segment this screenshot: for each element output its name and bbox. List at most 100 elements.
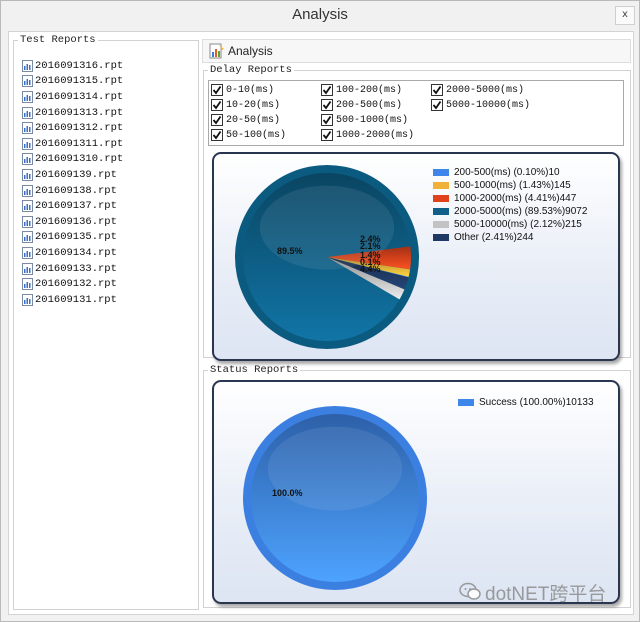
- legend-item: Other (2.41%)244: [433, 231, 587, 244]
- report-file-name: 201609137.rpt: [35, 200, 117, 213]
- legend-swatch: [433, 234, 449, 241]
- report-file-item[interactable]: 2016091316.rpt: [22, 58, 123, 74]
- checkbox-label: 10-20(ms): [226, 99, 281, 111]
- delay-filter-checkbox[interactable]: 10-20(ms): [211, 99, 280, 111]
- status-chart-legend: Success (100.00%)10133: [458, 396, 594, 409]
- analysis-window: Analysis x Test Reports 2016091316.rpt 20…: [0, 0, 640, 622]
- legend-label: Success (100.00%)10133: [479, 397, 594, 408]
- delay-reports-legend: Delay Reports: [210, 64, 292, 76]
- delay-filter-checkbox[interactable]: 5000-10000(ms): [431, 99, 530, 111]
- report-file-icon: [22, 122, 33, 135]
- checkbox-label: 50-100(ms): [226, 129, 287, 141]
- analysis-button-label: Analysis: [228, 44, 273, 58]
- report-file-item[interactable]: 201609138.rpt: [22, 183, 123, 199]
- report-file-item[interactable]: 201609136.rpt: [22, 214, 123, 230]
- report-file-icon: [22, 75, 33, 88]
- report-file-icon: [22, 246, 33, 259]
- report-file-item[interactable]: 2016091315.rpt: [22, 74, 123, 90]
- delay-filter-checkbox[interactable]: 100-200(ms): [321, 84, 402, 96]
- checkbox-checked-icon: [321, 99, 333, 111]
- client-area: Test Reports 2016091316.rpt 2016091315.rp…: [8, 31, 634, 615]
- checkbox-label: 0-10(ms): [226, 84, 275, 96]
- report-file-icon: [22, 278, 33, 291]
- report-file-item[interactable]: 201609134.rpt: [22, 245, 123, 261]
- legend-item: 5000-10000(ms) (2.12%)215: [433, 218, 587, 231]
- report-file-name: 201609135.rpt: [35, 231, 117, 244]
- legend-swatch: [458, 399, 474, 406]
- wechat-logo-icon: [459, 582, 481, 600]
- legend-label: 500-1000(ms) (1.43%)145: [454, 180, 571, 191]
- delay-filter-checkbox[interactable]: 2000-5000(ms): [431, 84, 524, 96]
- checkbox-checked-icon: [431, 99, 443, 111]
- delay-filter-checkbox[interactable]: 200-500(ms): [321, 99, 402, 111]
- report-file-name: 201609136.rpt: [35, 215, 117, 228]
- report-file-name: 201609133.rpt: [35, 262, 117, 275]
- report-file-item[interactable]: 201609133.rpt: [22, 261, 123, 277]
- report-file-name: 2016091310.rpt: [35, 153, 124, 166]
- close-button[interactable]: x: [615, 6, 635, 25]
- legend-item: 200-500(ms) (0.10%)10: [433, 166, 587, 179]
- delay-reports-group: Delay Reports 0-10(ms) 10-20(ms) 20-50(ms)…: [203, 64, 631, 361]
- delay-chart-panel: 200-500(ms) (0.10%)10 500-1000(ms) (1.43%…: [212, 152, 620, 361]
- report-file-item[interactable]: 201609131.rpt: [22, 292, 123, 308]
- checkbox-label: 200-500(ms): [336, 99, 403, 111]
- status-reports-group: Status Reports Success (100.00%)10133 10…: [203, 364, 631, 608]
- report-file-icon: [22, 106, 33, 119]
- delay-filter-checkbox[interactable]: 20-50(ms): [211, 114, 280, 126]
- delay-filter-checkbox[interactable]: 0-10(ms): [211, 84, 274, 96]
- report-file-icon: [22, 215, 33, 228]
- checkbox-checked-icon: [211, 114, 223, 126]
- checkbox-checked-icon: [431, 84, 443, 96]
- pie-data-label: 89.5%: [277, 246, 303, 256]
- report-file-item[interactable]: 2016091313.rpt: [22, 105, 123, 121]
- report-file-name: 201609131.rpt: [35, 293, 117, 306]
- report-file-name: 201609138.rpt: [35, 184, 117, 197]
- title-bar[interactable]: Analysis x: [1, 1, 639, 31]
- delay-filter-checkbox[interactable]: 500-1000(ms): [321, 114, 408, 126]
- pie-data-label: 1.4%: [360, 250, 381, 260]
- checkbox-checked-icon: [211, 99, 223, 111]
- report-file-icon: [22, 153, 33, 166]
- report-file-item[interactable]: 201609132.rpt: [22, 276, 123, 292]
- checkbox-checked-icon: [321, 84, 333, 96]
- checkbox-label: 20-50(ms): [226, 114, 281, 126]
- report-file-item[interactable]: 201609139.rpt: [22, 167, 123, 183]
- report-file-icon: [22, 262, 33, 275]
- report-file-name: 2016091315.rpt: [35, 75, 124, 88]
- delay-chart-legend: 200-500(ms) (0.10%)10 500-1000(ms) (1.43%…: [433, 166, 587, 244]
- report-file-item[interactable]: 201609135.rpt: [22, 230, 123, 246]
- analysis-button[interactable]: Analysis: [209, 43, 273, 59]
- report-file-name: 201609139.rpt: [35, 168, 117, 181]
- toolbar: Analysis: [202, 39, 631, 63]
- legend-item: 2000-5000(ms) (89.53%)9072: [433, 205, 587, 218]
- legend-label: 200-500(ms) (0.10%)10: [454, 167, 560, 178]
- report-file-item[interactable]: 2016091314.rpt: [22, 89, 123, 105]
- checkbox-checked-icon: [211, 84, 223, 96]
- pie-gloss: [267, 426, 403, 511]
- legend-swatch: [433, 221, 449, 228]
- report-file-item[interactable]: 2016091310.rpt: [22, 152, 123, 168]
- status-reports-legend: Status Reports: [210, 364, 299, 376]
- pie-data-label: 4.4%: [360, 264, 381, 274]
- report-file-icon: [22, 293, 33, 306]
- checkbox-label: 1000-2000(ms): [336, 129, 415, 141]
- legend-item: Success (100.00%)10133: [458, 396, 594, 409]
- delay-pie-chart: [235, 165, 419, 349]
- report-file-item[interactable]: 2016091311.rpt: [22, 136, 123, 152]
- report-file-list[interactable]: 2016091316.rpt 2016091315.rpt 2016091314.r…: [22, 58, 123, 308]
- checkbox-checked-icon: [321, 114, 333, 126]
- report-file-item[interactable]: 2016091312.rpt: [22, 120, 123, 136]
- legend-swatch: [433, 182, 449, 189]
- watermark: dotNET跨平台: [459, 577, 631, 607]
- report-file-icon: [22, 184, 33, 197]
- report-file-icon: [22, 200, 33, 213]
- legend-swatch: [433, 208, 449, 215]
- delay-filter-checkbox[interactable]: 50-100(ms): [211, 129, 286, 141]
- report-file-item[interactable]: 201609137.rpt: [22, 198, 123, 214]
- report-file-icon: [22, 168, 33, 181]
- status-chart-panel: Success (100.00%)10133 100.0%: [212, 380, 620, 604]
- report-file-name: 201609134.rpt: [35, 246, 117, 259]
- delay-filter-checkbox[interactable]: 1000-2000(ms): [321, 129, 414, 141]
- report-file-icon: [22, 59, 33, 72]
- legend-swatch: [433, 169, 449, 176]
